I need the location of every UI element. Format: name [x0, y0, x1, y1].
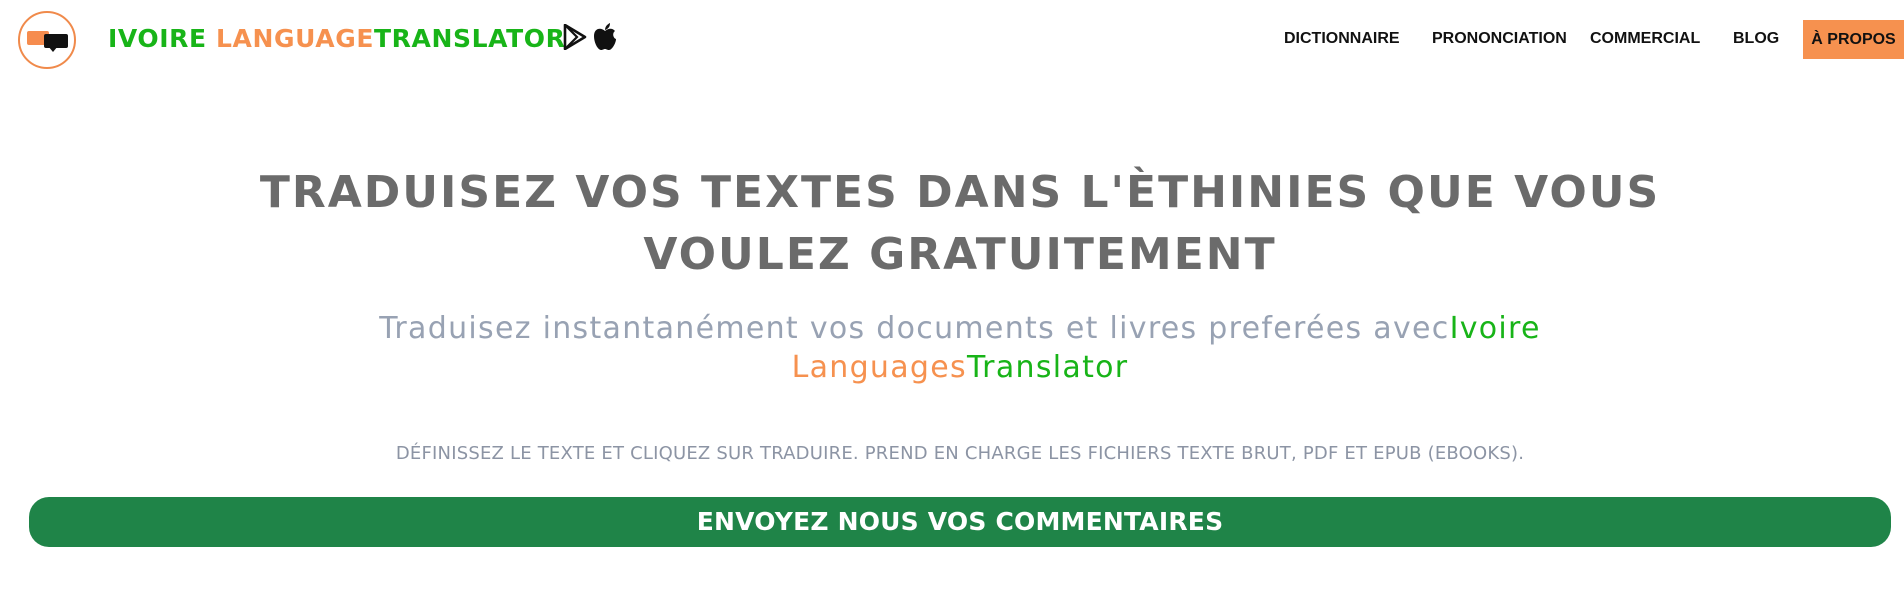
nav-item-dictionnaire[interactable]: DICTIONNAIRE [1284, 30, 1400, 48]
hero-title: TRADUISEZ VOS TEXTES DANS L'ÈTHINIES QUE… [0, 162, 1904, 286]
speech-tail-icon [48, 46, 58, 52]
brand-part-ivoire: IVOIRE [108, 24, 216, 53]
google-play-icon[interactable] [563, 24, 587, 50]
hero-subtitle-brand-translator: Translator [966, 350, 1129, 385]
hero-subtitle: Traduisez instantanément vos documents e… [0, 309, 1904, 387]
brand-part-translator: TRANSLATOR [374, 24, 566, 53]
nav-item-prononciation[interactable]: PRONONCIATION [1432, 30, 1567, 48]
brand-part-language: LANGUAGE [216, 24, 374, 53]
brand-name[interactable]: IVOIRE LANGUAGETRANSLATOR [108, 24, 565, 54]
hero-title-line1: TRADUISEZ VOS TEXTES DANS L'ÈTHINIES QUE… [259, 167, 1661, 218]
hero-subtitle-brand-ivoire: Ivoire [1449, 311, 1541, 346]
nav-item-blog[interactable]: BLOG [1733, 30, 1779, 48]
store-icons [563, 22, 618, 54]
nav-item-commercial[interactable]: COMMERCIAL [1590, 30, 1700, 48]
hero-subtitle-text: Traduisez instantanément vos documents e… [379, 311, 1450, 346]
hero-title-line2: VOULEZ GRATUITEMENT [643, 229, 1277, 280]
apple-icon[interactable] [592, 22, 618, 52]
logo[interactable] [18, 11, 76, 69]
nav-item-a-propos[interactable]: À PROPOS [1803, 20, 1904, 59]
top-navbar: IVOIRE LANGUAGETRANSLATOR DICTIONNAIRE P… [0, 0, 1904, 78]
hero-subtitle-brand-languages: Languages [791, 350, 967, 385]
instructions-text: DÉFINISSEZ LE TEXTE ET CLIQUEZ SUR TRADU… [395, 443, 1525, 464]
send-feedback-button[interactable]: ENVOYEZ NOUS VOS COMMENTAIRES [29, 497, 1891, 547]
